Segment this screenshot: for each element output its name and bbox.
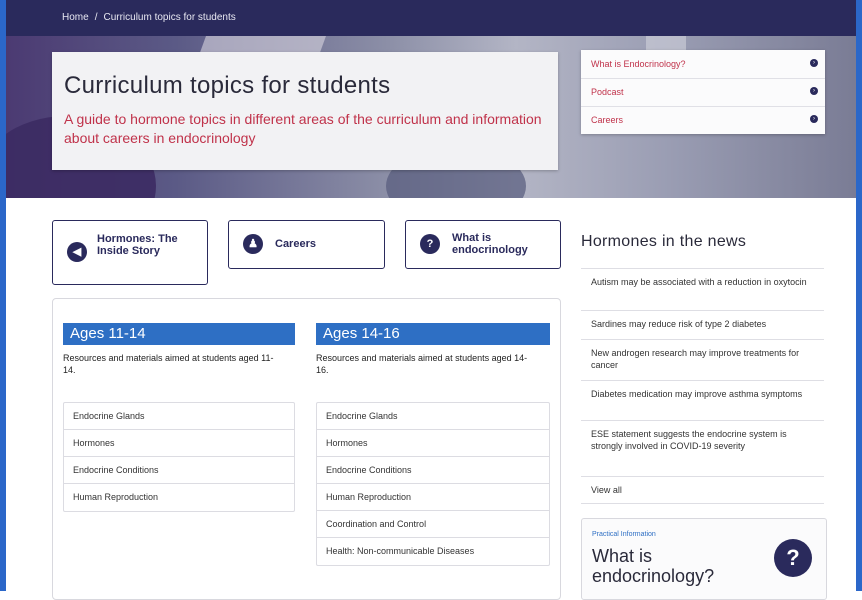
list-item[interactable]: Endocrine Glands: [64, 403, 294, 430]
ages-11-14-description: Resources and materials aimed at student…: [63, 353, 274, 375]
quick-link-careers[interactable]: Careers ›: [581, 106, 825, 134]
breadcrumb-separator: /: [94, 12, 98, 23]
page-subtitle: A guide to hormone topics in different a…: [64, 111, 542, 146]
ages-11-14-list: Endocrine Glands Hormones Endocrine Cond…: [63, 402, 295, 512]
pill-label: Careers: [275, 238, 316, 250]
news-heading: Hormones in the news: [581, 233, 747, 250]
breadcrumb-bar: Home / Curriculum topics for students: [6, 0, 856, 36]
news-link[interactable]: Autism may be associated with a reductio…: [581, 268, 824, 306]
news-view-all-link[interactable]: View all: [581, 476, 824, 504]
practical-kicker: Practical Information: [592, 531, 656, 538]
hero-quick-links: What is Endocrinology? › Podcast › Caree…: [581, 50, 825, 134]
list-item[interactable]: Human Reproduction: [64, 484, 294, 511]
ages-14-16-heading: Ages 14-16: [316, 323, 550, 345]
ages-14-16-description: Resources and materials aimed at student…: [316, 353, 528, 375]
arrow-right-circle-icon: ›: [810, 59, 818, 67]
window-frame-right: [856, 0, 862, 591]
breadcrumb-home-link[interactable]: Home: [62, 12, 89, 23]
practical-title: What is endocrinology?: [592, 546, 715, 586]
news-link[interactable]: New androgen research may improve treatm…: [581, 339, 824, 377]
careers-button[interactable]: ♟ Careers: [228, 220, 385, 269]
arrow-right-circle-icon: ›: [810, 87, 818, 95]
hormones-inside-story-button[interactable]: ◀ Hormones: The Inside Story: [52, 220, 208, 285]
ages-panel: Ages 11-14 Resources and materials aimed…: [52, 298, 561, 600]
quick-link-what-is-endocrinology[interactable]: What is Endocrinology? ›: [581, 50, 825, 79]
arrow-right-circle-icon: ›: [810, 115, 818, 123]
list-item[interactable]: Hormones: [317, 430, 549, 457]
breadcrumb: Home / Curriculum topics for students: [62, 12, 236, 23]
list-item[interactable]: Health: Non-communicable Diseases: [317, 538, 549, 565]
page-title: Curriculum topics for students: [64, 72, 391, 99]
list-item[interactable]: Endocrine Conditions: [64, 457, 294, 484]
question-icon: ?: [420, 234, 440, 254]
news-link[interactable]: Diabetes medication may improve asthma s…: [581, 380, 824, 418]
list-item[interactable]: Endocrine Conditions: [317, 457, 549, 484]
quick-link-label: Careers: [591, 115, 624, 125]
person-icon: ♟: [243, 234, 263, 254]
breadcrumb-current: Curriculum topics for students: [103, 12, 236, 23]
quick-link-label: What is Endocrinology?: [591, 59, 686, 69]
list-item[interactable]: Endocrine Glands: [317, 403, 549, 430]
question-icon: ?: [774, 539, 812, 577]
megaphone-icon: ◀: [67, 242, 87, 262]
news-link[interactable]: Sardines may reduce risk of type 2 diabe…: [581, 310, 824, 336]
what-is-endocrinology-button[interactable]: ? What is endocrinology: [405, 220, 561, 269]
ages-14-16-list: Endocrine Glands Hormones Endocrine Cond…: [316, 402, 550, 566]
list-item[interactable]: Coordination and Control: [317, 511, 549, 538]
ages-11-14-heading: Ages 11-14: [63, 323, 295, 345]
quick-link-label: Podcast: [591, 87, 624, 97]
practical-information-card[interactable]: Practical Information What is endocrinol…: [581, 518, 827, 600]
hero-title-card: Curriculum topics for students A guide t…: [52, 52, 558, 170]
list-item[interactable]: Human Reproduction: [317, 484, 549, 511]
news-link[interactable]: ESE statement suggests the endocrine sys…: [581, 420, 824, 474]
quick-link-podcast[interactable]: Podcast ›: [581, 78, 825, 107]
list-item[interactable]: Hormones: [64, 430, 294, 457]
pill-label: Hormones: The Inside Story: [97, 233, 178, 257]
pill-label: What is endocrinology: [452, 232, 528, 256]
